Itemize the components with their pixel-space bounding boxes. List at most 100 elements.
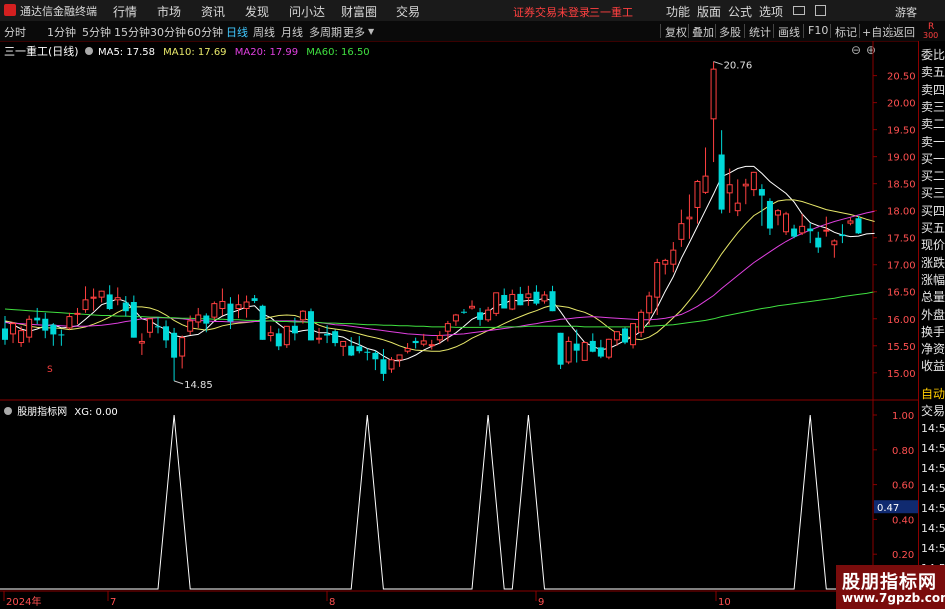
trade-time: 14:56 <box>921 422 945 435</box>
quote-stat-row: 总量 <box>921 290 945 305</box>
period-30min[interactable]: 30分钟 <box>150 24 186 40</box>
title-bar: 通达信金融终端 行情 市场 资讯 发现 问小达 财富圈 交易 证券交易未登录 三… <box>0 0 945 22</box>
trade-tab[interactable]: 交易 <box>921 402 945 419</box>
quote-sell-level: 卖二 <box>921 117 945 132</box>
candle-body <box>98 290 105 298</box>
indicator-circle-icon[interactable] <box>4 407 12 415</box>
candle-body <box>565 340 572 363</box>
indicator-tick-label: 0.40 <box>892 515 914 526</box>
trade-time: 14:56 <box>921 442 945 455</box>
candle-body <box>179 337 186 357</box>
price-tick-label: 18.50 <box>887 180 916 191</box>
mail-icon[interactable] <box>793 6 805 15</box>
menu-market[interactable]: 市场 <box>157 3 181 20</box>
candle-body <box>525 293 532 299</box>
price-tick-label: 15.50 <box>887 342 916 353</box>
candle-body <box>533 291 540 304</box>
time-tick-label: 9 <box>538 597 544 608</box>
period-1min[interactable]: 1分钟 <box>47 24 76 40</box>
menu-layout[interactable]: 版面 <box>697 3 721 20</box>
candle-body <box>622 328 629 343</box>
candle-body <box>573 343 580 351</box>
btn-adjust[interactable]: 复权 <box>665 24 687 40</box>
period-5min[interactable]: 5分钟 <box>82 24 111 40</box>
menu-news[interactable]: 资讯 <box>201 3 225 20</box>
quote-stat-row: 现价 <box>921 238 945 253</box>
candle-body <box>485 309 492 321</box>
period-15min[interactable]: 15分钟 <box>114 24 150 40</box>
watermark-badge: 股朋指标网 www.7gpzb.com <box>836 565 945 609</box>
cursor-value-label: 0.47 <box>877 503 899 514</box>
xg-value-label: XG: 0.00 <box>74 407 118 418</box>
trade-time: 14:56 <box>921 502 945 515</box>
btn-overlay[interactable]: 叠加 <box>692 24 714 40</box>
candle-body <box>686 216 693 220</box>
menu-functions[interactable]: 功能 <box>666 3 690 20</box>
btn-mark[interactable]: 标记 <box>835 24 857 40</box>
candle-body <box>581 342 588 361</box>
guest-label[interactable]: 游客 <box>895 4 917 20</box>
price-tick-label: 19.50 <box>887 126 916 137</box>
login-notice[interactable]: 证券交易未登录 <box>513 4 590 20</box>
candle-body <box>122 302 129 312</box>
candle-body <box>50 324 57 335</box>
candle-body <box>670 249 677 265</box>
candle-body <box>130 302 137 338</box>
candle-body <box>509 293 516 310</box>
candle-body <box>557 332 564 365</box>
period-multi[interactable]: 多周期 <box>309 24 342 40</box>
quote-buy-level: 买四 <box>921 203 945 218</box>
expand-icon[interactable] <box>815 5 826 16</box>
btn-back[interactable]: 返回 <box>893 24 915 40</box>
candle-body <box>10 323 17 335</box>
candle-body <box>420 340 427 345</box>
period-intraday[interactable]: 分时 <box>4 24 26 40</box>
btn-f10[interactable]: F10 <box>808 24 828 37</box>
candle-body <box>146 318 153 333</box>
candle-body <box>219 300 226 309</box>
candle-body <box>774 210 781 216</box>
watermark-url: www.7gpzb.com <box>842 591 945 605</box>
candle-body <box>831 240 838 246</box>
quote-buy-level: 买三 <box>921 186 945 201</box>
candle-body <box>26 318 33 338</box>
candle-body <box>501 294 508 309</box>
app-title: 通达信金融终端 <box>20 5 97 18</box>
period-weekly[interactable]: 周线 <box>253 24 275 40</box>
candle-body <box>799 225 806 234</box>
panel-tab-300[interactable]: 300 <box>923 31 938 40</box>
quote-buy-level: 买五 <box>921 221 945 235</box>
price-tick-label: 19.00 <box>887 153 916 164</box>
menu-ask[interactable]: 问小达 <box>289 3 325 20</box>
menu-discover[interactable]: 发现 <box>245 3 269 20</box>
candle-body <box>404 347 411 352</box>
time-tick-label: 10 <box>718 597 731 608</box>
price-tick-label: 16.00 <box>887 315 916 326</box>
candle-body <box>138 340 145 344</box>
price-tick-label: 15.00 <box>887 369 916 380</box>
btn-draw[interactable]: 画线 <box>778 24 800 40</box>
candle-body <box>227 303 234 322</box>
auto-trade-tab[interactable]: 自动 <box>921 385 945 402</box>
menu-wealth[interactable]: 财富圈 <box>341 3 377 20</box>
candle-body <box>283 325 290 346</box>
price-tick-label: 17.00 <box>887 261 916 272</box>
btn-multi-stock[interactable]: 多股 <box>719 24 741 40</box>
period-monthly[interactable]: 月线 <box>281 24 303 40</box>
candle-body <box>2 328 8 340</box>
menu-trade[interactable]: 交易 <box>396 3 420 20</box>
period-more[interactable]: 更多 <box>343 24 365 40</box>
candle-body <box>235 304 242 309</box>
candle-body <box>460 311 467 313</box>
period-60min[interactable]: 60分钟 <box>187 24 223 40</box>
chevron-down-icon[interactable]: ▼ <box>368 27 374 36</box>
menu-quotes[interactable]: 行情 <box>113 3 137 20</box>
candle-body <box>638 311 645 333</box>
chart-area[interactable]: 20.76 14.85 S 15.00 15.50 16.00 16.50 17.00 17.… <box>0 41 918 609</box>
period-daily[interactable]: 日线 <box>226 24 248 40</box>
btn-stats[interactable]: 统计 <box>749 24 771 40</box>
menu-options[interactable]: 选项 <box>759 3 783 20</box>
candle-body <box>541 294 548 302</box>
menu-formula[interactable]: 公式 <box>728 3 752 20</box>
candle-body <box>348 345 355 356</box>
